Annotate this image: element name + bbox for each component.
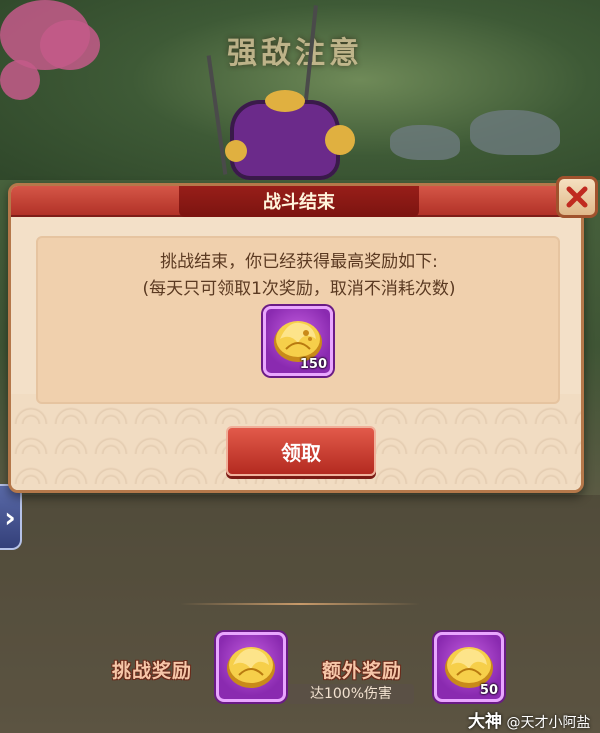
challenge-reward-slot[interactable]: [216, 632, 286, 702]
bottom-divider: [180, 603, 420, 605]
cherry-blossom: [0, 60, 40, 100]
enemy-warning-text: 强敌注意: [227, 36, 363, 71]
chevron-right-icon: ›: [4, 500, 16, 534]
battle-result-dialog: 战斗结束 挑战结束，你已经获得最高奖励如下: (每天只可领取1次奖励，取消不消耗…: [8, 183, 584, 493]
watermark-brand: 大神: [468, 712, 502, 732]
extra-reward-label: 额外奖励: [322, 660, 403, 682]
extra-reward-condition: 达100%伤害: [288, 684, 414, 704]
side-expand-button[interactable]: ›: [0, 484, 22, 550]
watermark-handle: @天才小阿盐: [506, 715, 591, 731]
challenge-reward-label: 挑战奖励: [112, 660, 193, 682]
boss-character: [205, 5, 375, 195]
dialog-title: 战斗结束: [263, 192, 335, 213]
cherry-blossom: [40, 20, 100, 70]
extra-reward-count: 50: [479, 683, 498, 698]
watermark: 大神 @天才小阿盐: [468, 707, 590, 732]
reward-item-count: 150: [299, 357, 327, 372]
close-icon: [566, 186, 588, 208]
scene-rock: [390, 125, 460, 160]
claim-button[interactable]: 领取: [226, 426, 376, 476]
reward-message-line2: (每天只可领取1次奖励，取消不消耗次数): [142, 279, 456, 299]
reward-message-line1: 挑战结束，你已经获得最高奖励如下:: [160, 252, 438, 272]
reward-item-slot[interactable]: 150: [263, 306, 333, 376]
scene-rock: [470, 110, 560, 155]
reward-panel: 挑战结束，你已经获得最高奖励如下: (每天只可领取1次奖励，取消不消耗次数) 1…: [36, 236, 560, 404]
gold-ingot-icon: [227, 647, 275, 688]
close-button[interactable]: [556, 176, 598, 218]
extra-reward-slot[interactable]: 50: [434, 632, 504, 702]
